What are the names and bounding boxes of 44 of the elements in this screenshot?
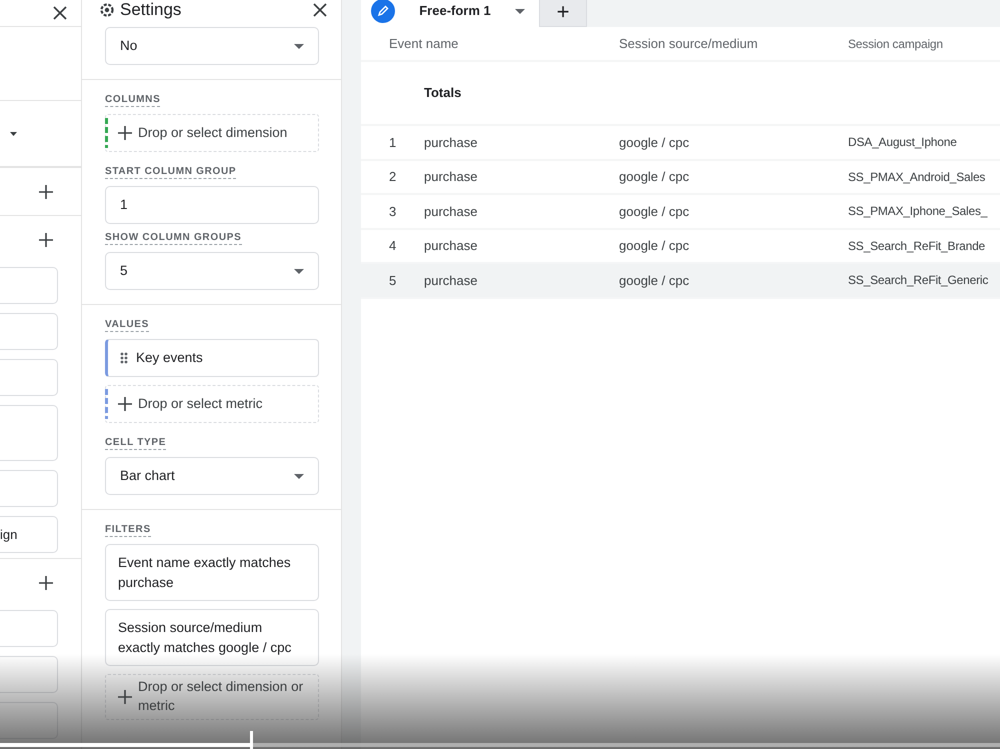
column-header[interactable]: Event name — [361, 34, 619, 54]
filter-chip[interactable]: Event name exactly matches purchase — [105, 544, 319, 602]
drop-zone[interactable]: Drop or select dimension — [105, 114, 319, 152]
section-label: COLUMNS — [105, 94, 160, 107]
row-number: 4 — [389, 238, 396, 253]
table-cell: google / cpc — [619, 272, 690, 288]
table-cell: DSA_August_Iphone — [848, 135, 957, 150]
row-number: 5 — [389, 272, 396, 288]
input-field[interactable]: 1 — [105, 186, 319, 224]
table-cell: purchase — [424, 169, 478, 184]
table-cell: purchase — [424, 134, 478, 150]
section-label: VALUES — [105, 319, 150, 332]
table-cell: SS_PMAX_Iphone_Sales_ — [848, 204, 988, 218]
tab[interactable]: Free-form 1 — [361, 0, 539, 27]
row-number: 3 — [389, 204, 396, 218]
section-label: CELL TYPE — [105, 437, 166, 450]
drop-zone[interactable]: Drop or select dimension or metric — [105, 674, 319, 720]
panel-title: Settings — [120, 0, 182, 22]
column-header[interactable]: Session source/medium — [619, 34, 848, 54]
select-field[interactable]: Bar chart — [105, 457, 319, 495]
table-cell: purchase — [424, 204, 478, 218]
column-header[interactable]: Session campaign — [848, 34, 1000, 52]
section-label: FILTERS — [105, 524, 151, 537]
table-cell: google / cpc — [619, 169, 690, 184]
select-field[interactable]: 5 — [105, 252, 319, 290]
totals-label: Totals — [424, 84, 462, 102]
table-cell: SS_Search_ReFit_Generic — [848, 273, 988, 288]
row-number: 1 — [389, 134, 396, 150]
filter-chip[interactable]: Session source/medium exactly matches google / cpc — [105, 609, 319, 666]
table-cell: purchase — [424, 272, 478, 288]
select-field[interactable]: No — [105, 27, 319, 65]
table-cell: google / cpc — [619, 238, 690, 253]
value-chip[interactable]: Key events — [105, 339, 319, 377]
add-tab-button[interactable]: + — [539, 0, 587, 27]
row-number: 2 — [389, 169, 396, 184]
table-cell: SS_Search_ReFit_Brande — [848, 238, 986, 253]
table-cell: purchase — [424, 238, 478, 253]
table-cell: google / cpc — [619, 204, 690, 218]
section-label: SHOW COLUMN GROUPS — [105, 232, 242, 245]
drop-zone[interactable]: Drop or select metric — [105, 385, 319, 423]
table-cell: SS_PMAX_Android_Sales — [848, 170, 986, 184]
table-cell: google / cpc — [619, 134, 690, 150]
section-label: START COLUMN GROUP — [105, 166, 236, 179]
input-field[interactable]: ign — [0, 516, 58, 553]
